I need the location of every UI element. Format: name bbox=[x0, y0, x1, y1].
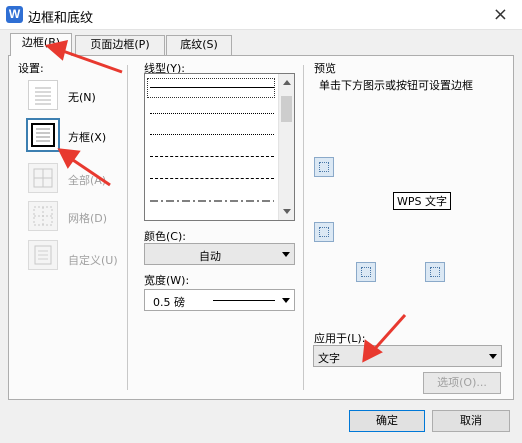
line-style-solid[interactable] bbox=[150, 87, 274, 88]
border-left-icon[interactable] bbox=[356, 262, 376, 282]
tab-shading[interactable]: 底纹(S) bbox=[166, 35, 232, 55]
line-style-dash-dot[interactable] bbox=[150, 200, 274, 202]
setting-custom-label: 自定义(U) bbox=[68, 254, 118, 267]
window-title: 边框和底纹 bbox=[28, 11, 94, 26]
line-style-dotted[interactable] bbox=[150, 113, 274, 114]
width-select[interactable]: 0.5 磅 bbox=[144, 289, 295, 311]
color-select[interactable]: 自动 bbox=[144, 243, 295, 265]
scroll-thumb[interactable] bbox=[281, 96, 292, 122]
preview-hint: 单击下方图示或按钮可设置边框 bbox=[319, 79, 473, 92]
chevron-down-icon bbox=[282, 298, 290, 303]
setting-grid-icon bbox=[28, 201, 58, 231]
options-button: 选项(O)... bbox=[423, 372, 501, 394]
color-label: 颜色(C): bbox=[144, 230, 186, 243]
setting-box-label[interactable]: 方框(X) bbox=[68, 129, 106, 145]
setting-custom-icon bbox=[28, 240, 58, 270]
setting-all-label: 全部(A) bbox=[68, 174, 107, 187]
tab-page-border[interactable]: 页面边框(P) bbox=[75, 35, 165, 55]
setting-all-icon bbox=[28, 163, 58, 193]
divider-left bbox=[127, 65, 128, 390]
line-style-scrollbar[interactable] bbox=[278, 74, 294, 220]
cancel-button[interactable]: 取消 bbox=[432, 410, 510, 432]
tab-border[interactable]: 边框(B) bbox=[10, 33, 72, 56]
preview-sample[interactable]: WPS 文字 bbox=[393, 192, 451, 210]
line-style-dashed[interactable] bbox=[150, 156, 274, 157]
line-style-list[interactable] bbox=[144, 73, 295, 221]
title-bar: W 边框和底纹 × bbox=[0, 0, 522, 30]
apply-to-select[interactable]: 文字 bbox=[313, 345, 502, 367]
divider-right bbox=[303, 65, 304, 390]
settings-header: 设置: bbox=[18, 62, 44, 75]
apply-to-value: 文字 bbox=[318, 352, 340, 365]
scroll-down-icon[interactable] bbox=[283, 209, 291, 214]
width-sample-line bbox=[213, 300, 275, 301]
ok-button[interactable]: 确定 bbox=[349, 410, 425, 432]
scroll-up-icon[interactable] bbox=[283, 80, 291, 85]
setting-none-label[interactable]: 无(N) bbox=[68, 89, 96, 105]
border-top-icon[interactable] bbox=[314, 157, 334, 177]
chevron-down-icon bbox=[282, 252, 290, 257]
setting-none-icon[interactable] bbox=[28, 80, 58, 110]
setting-grid-label: 网格(D) bbox=[68, 212, 108, 225]
border-bottom-icon[interactable] bbox=[314, 222, 334, 242]
preview-header: 预览 bbox=[314, 62, 336, 75]
border-right-icon[interactable] bbox=[425, 262, 445, 282]
close-icon[interactable]: × bbox=[493, 4, 508, 25]
apply-to-label: 应用于(L): bbox=[314, 332, 366, 345]
setting-box-icon[interactable] bbox=[26, 118, 60, 152]
chevron-down-icon bbox=[489, 354, 497, 359]
line-style-dotted-2[interactable] bbox=[150, 134, 274, 135]
width-value: 0.5 磅 bbox=[153, 296, 185, 309]
line-style-selection bbox=[147, 78, 275, 98]
wps-writer-app-icon: W bbox=[6, 6, 23, 23]
width-label: 宽度(W): bbox=[144, 274, 190, 287]
color-value: 自动 bbox=[199, 250, 221, 263]
line-style-dashed-2[interactable] bbox=[150, 178, 274, 179]
